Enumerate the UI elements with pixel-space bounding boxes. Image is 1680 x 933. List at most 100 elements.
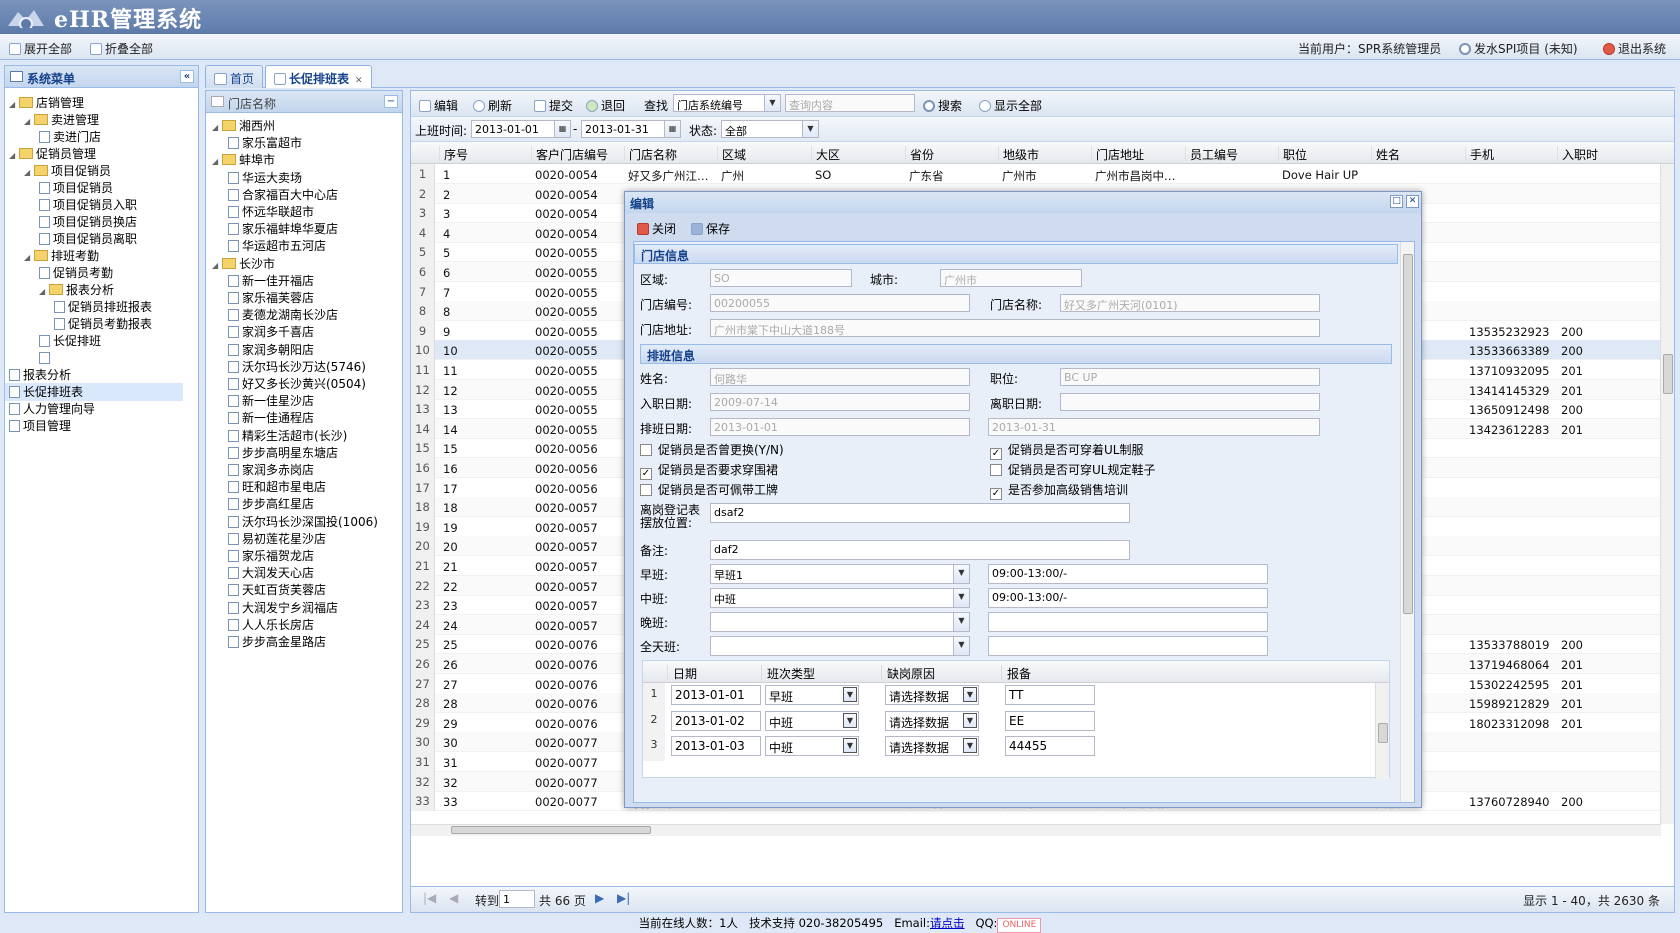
night-time-field[interactable] (988, 612, 1268, 632)
collapse-panel-button[interactable]: « (180, 70, 194, 83)
tab-home[interactable]: 首页 (205, 65, 264, 88)
column-header[interactable]: 大区 (811, 146, 840, 162)
store-tree-item[interactable]: 合家福百大中心店 (228, 186, 338, 204)
date-from-input[interactable]: 2013-01-01 ▦ (471, 120, 571, 138)
table-row[interactable]: 1 1 0020-0054 好又多广州江… 广州 SO 广东省 广州市 广州市昌岗中… Dove … (411, 164, 1674, 184)
daily-cell-input[interactable]: 2013-01-02 (671, 710, 761, 731)
daily-cell-input[interactable]: 中班 ▼ (765, 710, 859, 731)
column-header[interactable]: 省份 (905, 146, 934, 162)
sidebar-item[interactable]: 报表分析 (9, 366, 71, 384)
sidebar-item[interactable]: ◢ 项目促销员 (24, 162, 111, 180)
search-field-select[interactable]: 门店系统编号 ▼ (673, 94, 781, 112)
store-tree-item[interactable]: 家润多赤岗店 (228, 461, 314, 479)
store-tree-item[interactable]: 大润发天心店 (228, 564, 314, 582)
next-page-icon[interactable]: ▶ (595, 891, 604, 905)
store-tree-item[interactable]: 天虹百货芙蓉店 (228, 581, 326, 599)
sidebar-item[interactable]: 人力管理向导 (9, 400, 95, 418)
column-header[interactable]: 姓名 (1371, 146, 1400, 162)
sidebar-item[interactable]: 卖进门店 (39, 128, 101, 146)
dialog-scrollbar[interactable] (1400, 242, 1414, 802)
store-tree-item[interactable]: 新一佳星沙店 (228, 392, 314, 410)
store-tree-item[interactable]: 华运超市五河店 (228, 237, 326, 255)
hscroll-thumb[interactable] (451, 826, 651, 834)
first-page-icon[interactable]: |◀ (423, 891, 436, 905)
address-field[interactable]: 广州市棠下中山大道188号 (710, 319, 1320, 337)
column-header[interactable]: 手机 (1465, 146, 1494, 162)
store-tree-item[interactable]: 家润多千喜店 (228, 323, 314, 341)
store-tree-item[interactable]: 家乐福贺龙店 (228, 547, 314, 565)
collapse-all-button[interactable]: 折叠全部 (90, 40, 153, 57)
search-button[interactable]: 搜索 (923, 97, 962, 114)
show-all-button[interactable]: 显示全部 (979, 97, 1042, 114)
daily-cell-input[interactable]: 请选择数据 ▼ (885, 710, 979, 731)
column-header[interactable]: 序号 (439, 146, 468, 162)
night-shift-select[interactable]: ▼ (710, 612, 970, 632)
column-header[interactable]: 员工编号 (1185, 146, 1238, 162)
daily-cell-input[interactable]: 早班 ▼ (765, 685, 859, 705)
checkbox-icon[interactable]: ✓ (990, 448, 1002, 460)
sidebar-item[interactable]: 项目促销员离职 (39, 230, 137, 248)
daily-cell-input[interactable]: 中班 ▼ (765, 736, 859, 756)
hire-date-field[interactable]: 2009-07-14 (710, 393, 970, 411)
schedule-to-field[interactable]: 2013-01-31 (988, 418, 1320, 436)
daily-cell-input[interactable]: 44455 (1005, 736, 1095, 756)
chevron-down-icon[interactable]: ▼ (843, 712, 857, 728)
store-collapse-button[interactable]: − (384, 95, 398, 108)
sidebar-item[interactable]: ◢ 报表分析 (39, 281, 114, 299)
column-header[interactable]: 门店地址 (1091, 146, 1144, 162)
prev-page-icon[interactable]: ◀ (449, 891, 458, 905)
sidebar-item[interactable]: 长促排班表 (5, 383, 183, 401)
expand-arrow-icon[interactable]: ◢ (24, 164, 34, 182)
date-to-input[interactable]: 2013-01-31 ▦ (581, 120, 681, 138)
checkbox-option[interactable]: 促销员是否曾更换(Y/N) (640, 441, 784, 458)
expand-arrow-icon[interactable]: ◢ (24, 113, 34, 131)
mid-shift-select[interactable]: 中班 ▼ (710, 588, 970, 608)
daily-column-header[interactable]: 报备 (1001, 665, 1031, 681)
chevron-down-icon[interactable]: ▼ (843, 687, 857, 702)
store-tree-item[interactable]: 华运大卖场 (228, 169, 302, 187)
checkbox-icon[interactable]: ✓ (640, 468, 652, 480)
calendar-icon[interactable]: ▦ (664, 121, 680, 137)
checkbox-icon[interactable]: ✓ (990, 488, 1002, 500)
note-field[interactable]: daf2 (710, 540, 1130, 560)
store-tree-item[interactable]: 家润多朝阳店 (228, 341, 314, 359)
status-select[interactable]: 全部 ▼ (721, 120, 819, 138)
edit-button[interactable]: 编辑 (419, 97, 458, 114)
qq-online-badge[interactable]: ONLINE (997, 918, 1042, 933)
column-header[interactable]: 门店名称 (624, 146, 677, 162)
store-tree-item[interactable]: 步步高明星东塘店 (228, 444, 338, 462)
checkbox-icon[interactable] (990, 464, 1002, 476)
store-tree-item[interactable]: 家乐富超市 (228, 134, 302, 152)
schedule-from-field[interactable]: 2013-01-01 (710, 418, 970, 436)
column-header[interactable]: 职位 (1278, 146, 1307, 162)
morning-shift-select[interactable]: 早班1 ▼ (710, 564, 970, 584)
daily-column-header[interactable]: 缺岗原因 (881, 665, 935, 681)
maximize-icon[interactable]: □ (1390, 195, 1403, 208)
daily-cell-input[interactable]: 2013-01-01 (671, 685, 761, 705)
dialog-save-button[interactable]: 保存 (691, 220, 730, 237)
fullday-time-field[interactable] (988, 636, 1268, 656)
daily-row[interactable]: 1 2013-01-01 早班 ▼ 请选择数据 ▼ TT (643, 683, 1389, 710)
column-header[interactable]: 客户门店编号 (531, 146, 608, 162)
expand-all-button[interactable]: 展开全部 (9, 40, 72, 57)
daily-cell-input[interactable]: 请选择数据 ▼ (885, 685, 979, 705)
chevron-down-icon[interactable]: ▼ (963, 738, 977, 753)
store-tree-item[interactable]: 旺和超市星电店 (228, 478, 326, 496)
checkbox-icon[interactable] (640, 444, 652, 456)
store-tree-item[interactable]: 精彩生活超市(长沙) (228, 427, 347, 445)
logout-button[interactable]: 退出系统 (1603, 40, 1666, 57)
store-tree-item[interactable]: 新一佳通程店 (228, 409, 314, 427)
daily-row[interactable]: 2 2013-01-02 中班 ▼ 请选择数据 ▼ EE (643, 708, 1389, 736)
store-tree-item[interactable]: 步步高金星路店 (228, 633, 326, 651)
sidebar-item[interactable] (39, 349, 53, 367)
close-tab-icon[interactable]: ✕ (355, 76, 363, 86)
calendar-icon[interactable]: ▦ (554, 121, 570, 137)
daily-row[interactable]: 3 2013-01-03 中班 ▼ 请选择数据 ▼ 44455 (643, 734, 1389, 761)
sidebar-item[interactable]: 项目管理 (9, 417, 71, 435)
dialog-scroll-thumb[interactable] (1403, 254, 1413, 614)
dialog-close-button[interactable]: 关闭 (637, 220, 676, 237)
daily-column-header[interactable]: 日期 (667, 665, 697, 681)
store-name-field[interactable]: 好又多广州天河(0101) (1060, 294, 1320, 312)
sidebar-item[interactable]: 长促排班 (39, 332, 101, 350)
sidebar-item[interactable]: 项目促销员 (39, 179, 113, 197)
